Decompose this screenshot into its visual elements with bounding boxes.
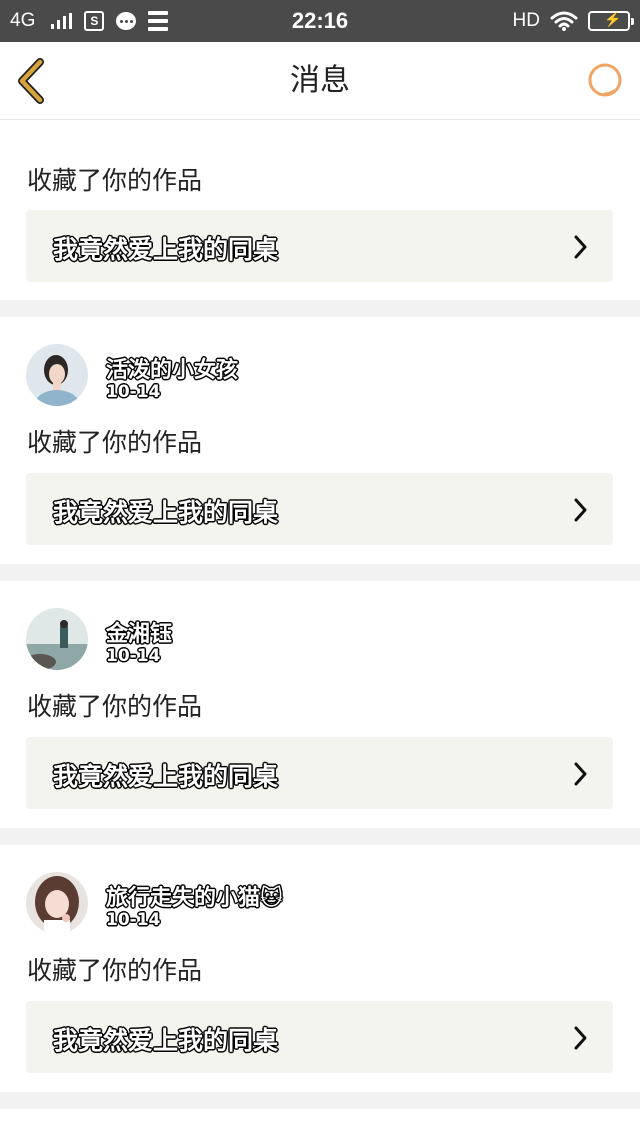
message-card: 旅行走失的小猫🐱 10-14 收藏了你的作品 我竟然爱上我的同桌 <box>0 845 640 1092</box>
message-card: 金湘钰 10-14 收藏了你的作品 我竟然爱上我的同桌 <box>0 581 640 828</box>
header-bar: 消息 <box>0 42 640 120</box>
avatar[interactable] <box>26 608 88 670</box>
action-text: 收藏了你的作品 <box>27 692 203 721</box>
message-date: 10-14 <box>106 382 161 402</box>
wifi-icon <box>550 11 578 31</box>
work-title: 我竟然爱上我的同桌 <box>53 762 279 791</box>
message-card <box>0 1109 640 1138</box>
page-title: 消息 <box>290 63 350 98</box>
work-link[interactable]: 我竟然爱上我的同桌 <box>26 473 613 545</box>
action-text: 收藏了你的作品 <box>27 428 203 457</box>
user-name[interactable]: 活泼的小女孩 <box>106 352 238 384</box>
action-text: 收藏了你的作品 <box>27 956 203 985</box>
work-title: 我竟然爱上我的同桌 <box>53 498 279 527</box>
work-link[interactable]: 我竟然爱上我的同桌 <box>26 737 613 809</box>
message-date: 10-14 <box>106 646 161 666</box>
message-card: 活泼的小女孩 10-14 收藏了你的作品 我竟然爱上我的同桌 <box>0 317 640 564</box>
work-title: 我竟然爱上我的同桌 <box>53 235 279 264</box>
avatar[interactable] <box>26 872 88 934</box>
chevron-right-icon <box>574 1026 587 1050</box>
message-date: 10-14 <box>106 910 161 930</box>
avatar[interactable] <box>26 344 88 406</box>
battery-icon: ⚡ <box>588 11 634 31</box>
message-card: 10-14 收藏了你的作品 我竟然爱上我的同桌 <box>0 120 640 300</box>
message-list[interactable]: 10-14 收藏了你的作品 我竟然爱上我的同桌 活泼的小女孩 10-14 <box>0 120 640 1138</box>
chevron-right-icon <box>574 762 587 786</box>
user-name[interactable]: 金湘钰 <box>106 616 172 648</box>
status-bar: 4G S 22:16 HD ⚡ <box>0 0 640 42</box>
chevron-right-icon <box>574 498 587 522</box>
search-icon[interactable] <box>586 61 626 101</box>
user-name[interactable]: 旅行走失的小猫🐱 <box>106 880 283 912</box>
work-link[interactable]: 我竟然爱上我的同桌 <box>26 210 613 282</box>
work-title: 我竟然爱上我的同桌 <box>53 1026 279 1055</box>
action-text: 收藏了你的作品 <box>27 166 203 195</box>
chevron-right-icon <box>574 235 587 259</box>
work-link[interactable]: 我竟然爱上我的同桌 <box>26 1001 613 1073</box>
status-right: HD ⚡ <box>512 0 634 42</box>
hd-label: HD <box>512 10 540 31</box>
